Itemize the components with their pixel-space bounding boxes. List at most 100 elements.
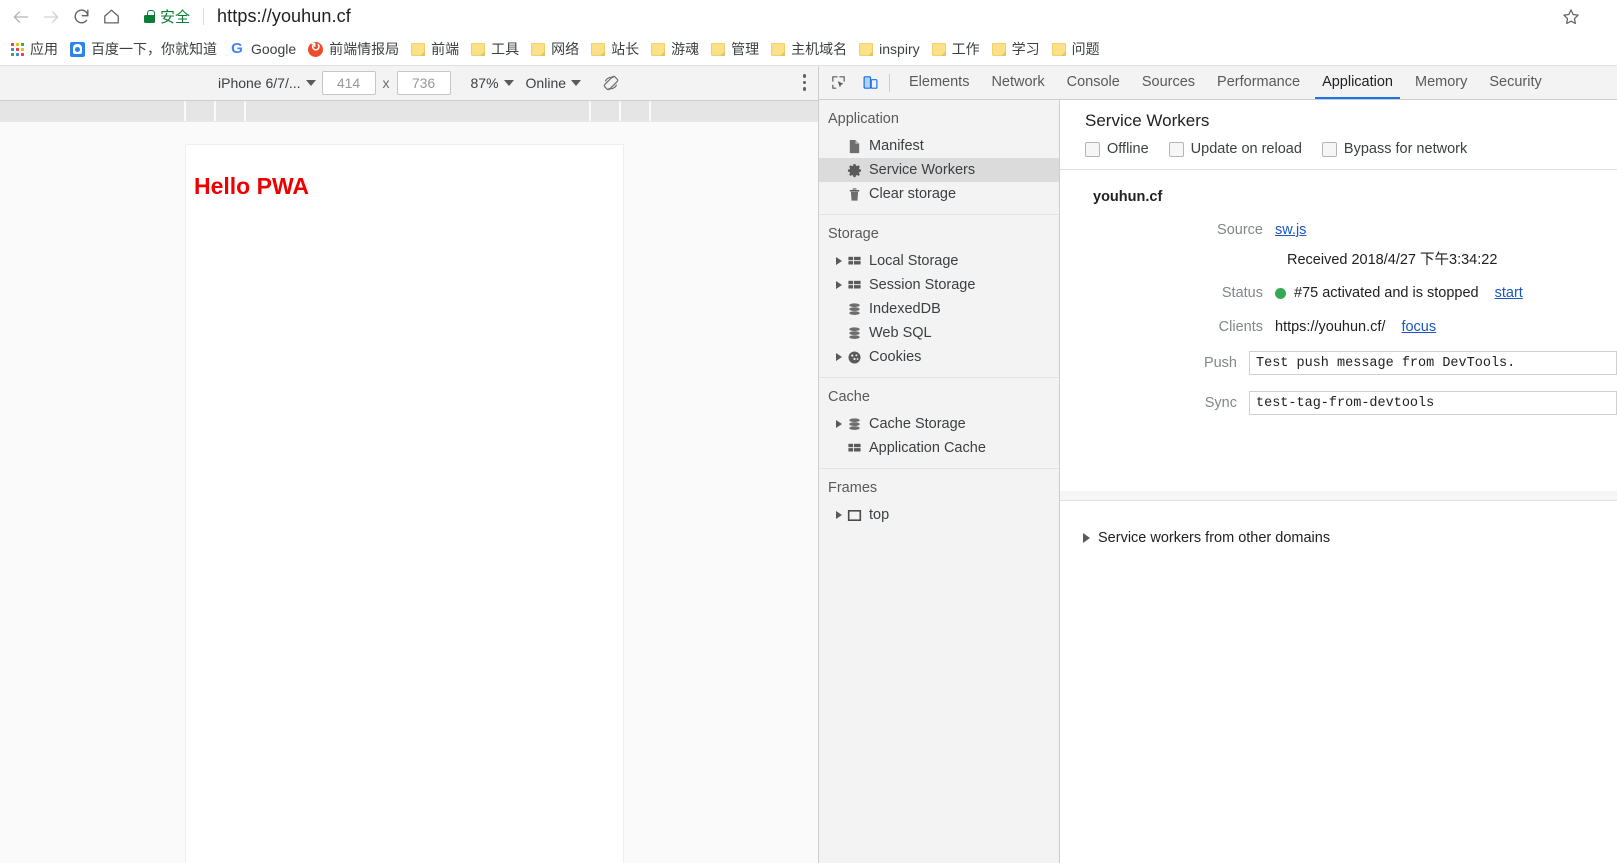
- sidebar-item-session-storage[interactable]: Session Storage: [819, 273, 1059, 297]
- throttling-selector[interactable]: Online: [520, 66, 587, 101]
- sidebar-item-cookies[interactable]: Cookies: [819, 345, 1059, 369]
- emulated-viewport[interactable]: Hello PWA: [185, 144, 624, 863]
- bookmark-item[interactable]: 网络: [525, 37, 585, 61]
- bookmark-item[interactable]: 主机域名: [765, 37, 853, 61]
- push-input[interactable]: [1249, 351, 1617, 375]
- viewport-ruler[interactable]: [0, 101, 818, 121]
- folder-icon: [651, 42, 666, 56]
- folder-icon: [411, 42, 426, 56]
- bookmark-item[interactable]: 百度一下，你就知道: [64, 37, 223, 61]
- checkbox-box[interactable]: [1321, 141, 1337, 157]
- bookmark-item[interactable]: 管理: [705, 37, 765, 61]
- tab-network[interactable]: Network: [980, 66, 1055, 99]
- checkbox-bypass-for-network[interactable]: Bypass for network: [1321, 141, 1467, 157]
- checkbox-offline[interactable]: Offline: [1085, 141, 1149, 157]
- start-link[interactable]: start: [1495, 283, 1523, 303]
- sidebar-item-label: Manifest: [869, 138, 924, 154]
- viewport-height-input[interactable]: 736: [396, 71, 451, 95]
- checkbox-update-on-reload[interactable]: Update on reload: [1168, 141, 1302, 157]
- rotate-device-button[interactable]: [595, 66, 627, 101]
- device-emulation-toolbar: iPhone 6/7/... 414 x 736 87% Online: [0, 66, 818, 101]
- address-bar[interactable]: 安全 https://youhun.cf: [144, 0, 1591, 33]
- toggle-device-toolbar-icon[interactable]: [857, 70, 883, 96]
- security-indicator[interactable]: 安全: [144, 6, 190, 27]
- tab-application[interactable]: Application: [1311, 66, 1404, 99]
- reload-icon[interactable]: [66, 2, 96, 32]
- folder-icon: [859, 42, 874, 56]
- bookmark-item[interactable]: inspiry: [853, 37, 925, 61]
- bookmark-label: 游魂: [671, 41, 700, 57]
- expand-arrow-icon[interactable]: [836, 420, 842, 428]
- tab-memory[interactable]: Memory: [1404, 66, 1478, 99]
- expand-arrow-icon[interactable]: [836, 353, 842, 361]
- viewport-width-input[interactable]: 414: [321, 71, 376, 95]
- sidebar-item-application-cache[interactable]: Application Cache: [819, 436, 1059, 460]
- url-text: https://youhun.cf: [217, 5, 351, 26]
- sidebar-item-indexeddb[interactable]: IndexedDB: [819, 297, 1059, 321]
- back-arrow-icon[interactable]: [6, 2, 36, 32]
- focus-link[interactable]: focus: [1401, 317, 1436, 337]
- frame-icon: [847, 509, 862, 521]
- toolbar-divider: [889, 73, 890, 92]
- bookmark-item[interactable]: 学习: [986, 37, 1046, 61]
- tab-performance[interactable]: Performance: [1206, 66, 1311, 99]
- tab-elements[interactable]: Elements: [898, 66, 980, 99]
- bookmark-label: 工具: [491, 41, 520, 57]
- tab-security[interactable]: Security: [1478, 66, 1552, 99]
- chevron-down-icon: [503, 80, 514, 86]
- sidebar-item-service-workers[interactable]: Service Workers: [819, 158, 1059, 182]
- tab-sources[interactable]: Sources: [1131, 66, 1206, 99]
- bookmark-item[interactable]: 应用: [5, 37, 64, 61]
- sidebar-item-local-storage[interactable]: Local Storage: [819, 249, 1059, 273]
- bookmark-star-icon[interactable]: [1559, 5, 1583, 29]
- folder-icon: [1051, 42, 1066, 56]
- bookmark-item[interactable]: 前端情报局: [302, 37, 405, 61]
- database-icon: [849, 302, 860, 315]
- sidebar-item-manifest[interactable]: Manifest: [819, 134, 1059, 158]
- forward-arrow-icon[interactable]: [36, 2, 66, 32]
- bookmark-item[interactable]: 问题: [1046, 37, 1106, 61]
- sync-input[interactable]: [1249, 391, 1617, 415]
- page-title: Hello PWA: [194, 173, 310, 199]
- bookmark-item[interactable]: 工作: [926, 37, 986, 61]
- bookmark-item[interactable]: 工具: [465, 37, 525, 61]
- checkbox-box[interactable]: [1168, 141, 1184, 157]
- device-selector[interactable]: iPhone 6/7/...: [212, 66, 322, 101]
- bookmark-label: 管理: [731, 41, 760, 57]
- bookmark-item[interactable]: 游魂: [645, 37, 705, 61]
- database-icon: [849, 417, 860, 430]
- security-label: 安全: [160, 8, 191, 26]
- service-worker-origin: youhun.cf: [1093, 189, 1163, 205]
- devtools-body: Application Manifest Service Workers Clear …: [819, 100, 1617, 863]
- sidebar-item-cache-storage[interactable]: Cache Storage: [819, 412, 1059, 436]
- bookmark-label: 站长: [611, 41, 640, 57]
- bookmarks-bar: 应用 百度一下，你就知道 G Google 前端情报局 前端 工具 网络 站长 游魂 管理 主机域名 i…: [0, 33, 1617, 66]
- clients-value: https://youhun.cf/: [1275, 319, 1386, 335]
- sidebar-group-header: Application: [828, 111, 899, 127]
- tab-console[interactable]: Console: [1056, 66, 1131, 99]
- baidu-favicon: [70, 41, 85, 57]
- push-label: Push: [1203, 355, 1237, 371]
- bookmark-item[interactable]: 前端: [405, 37, 465, 61]
- expand-arrow-icon[interactable]: [836, 281, 842, 289]
- more-options-icon[interactable]: [802, 74, 806, 91]
- expand-arrow-icon[interactable]: [836, 511, 842, 519]
- bookmark-label: 问题: [1071, 41, 1100, 57]
- navigation-buttons: [0, 2, 126, 32]
- checkbox-box[interactable]: [1085, 141, 1100, 157]
- bookmark-label: 工作: [951, 41, 980, 57]
- service-workers-header: Service Workers Offline Update on reload B…: [1060, 100, 1617, 169]
- sidebar-item-clear-storage[interactable]: Clear storage: [819, 182, 1059, 206]
- clients-row: Clients https://youhun.cf/ focus: [1060, 317, 1617, 337]
- inspect-element-icon[interactable]: [825, 70, 851, 96]
- sidebar-item-top[interactable]: top: [819, 503, 1059, 527]
- expand-arrow-icon[interactable]: [836, 257, 842, 265]
- bookmark-item[interactable]: G Google: [223, 37, 302, 61]
- zoom-selector[interactable]: 87%: [465, 66, 520, 101]
- bookmark-item[interactable]: 站长: [585, 37, 645, 61]
- other-domains-section[interactable]: Service workers from other domains: [1083, 530, 1330, 546]
- site-favicon: [308, 40, 324, 57]
- source-link[interactable]: sw.js: [1275, 220, 1306, 240]
- home-icon[interactable]: [96, 2, 126, 32]
- sidebar-item-web-sql[interactable]: Web SQL: [819, 321, 1059, 345]
